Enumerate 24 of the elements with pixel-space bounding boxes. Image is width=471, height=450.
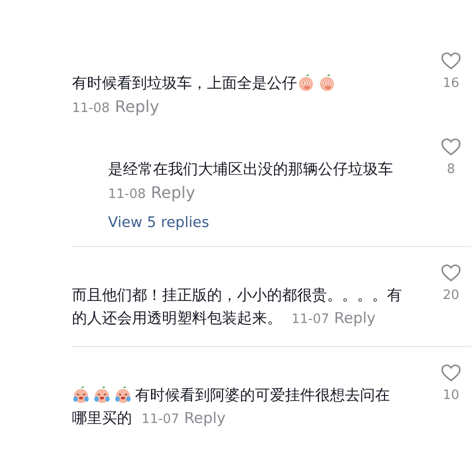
comment-text: 有时候看到阿婆的可爱挂件很想去问在哪里买的 11-07 Reply [72,384,404,431]
heart-icon[interactable] [441,264,461,282]
reply-link[interactable]: Reply [114,98,160,116]
reply-link[interactable]: Reply [150,184,196,202]
like-count: 20 [442,288,460,303]
comment-text: 而且他们都！挂正版的，小小的都很贵。。。。有的人还会用透明塑料包装起来。 11-07 Reply [72,284,404,331]
heart-icon[interactable] [441,364,461,382]
comment-date: 11-08 [72,101,110,116]
heart-icon[interactable] [441,52,461,70]
crying-peach-icon [72,385,90,403]
heart-icon[interactable] [441,138,461,156]
like-count: 16 [442,76,460,91]
peach-face-icon [297,73,315,91]
comment-text: 是经常在我们大埔区出没的那辆公仔垃圾车 [108,160,393,178]
like-count: 8 [446,162,456,177]
comment-date: 11-08 [108,187,146,202]
view-replies-link[interactable]: View 5 replies [108,215,210,231]
reply-link[interactable]: Reply [334,307,376,330]
crying-peach-icon [93,385,111,403]
crying-peach-icon [114,385,132,403]
comment-text: 有时候看到垃圾车，上面全是公仔 [72,74,297,92]
like-count: 10 [442,388,460,403]
peach-face-icon [318,73,336,91]
reply-link[interactable]: Reply [184,407,226,430]
